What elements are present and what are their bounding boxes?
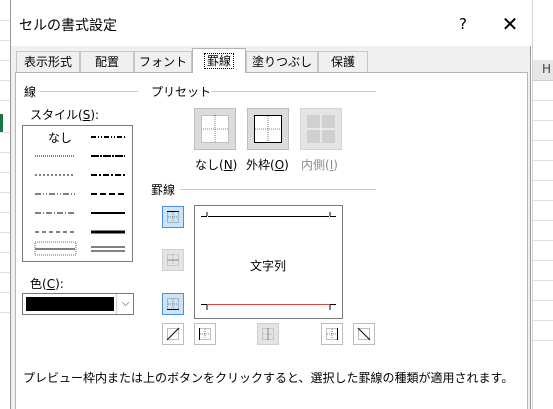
line-group-title: 線 [24, 85, 37, 99]
line-style-list[interactable]: なし [22, 125, 133, 262]
tab-alignment[interactable]: 配置 [80, 51, 134, 72]
presets-title: プリセット [151, 85, 212, 99]
border-right-button[interactable] [321, 323, 343, 345]
preview-text: 文字列 [250, 259, 287, 273]
line-style-samples[interactable] [23, 126, 132, 261]
tab-label: 配置 [94, 55, 119, 69]
color-dropdown[interactable]: ⌵ [22, 293, 134, 315]
preset-outline-button[interactable] [247, 108, 289, 150]
column-header-label: H [542, 62, 552, 76]
tab-label: 表示形式 [23, 55, 72, 69]
tab-number[interactable]: 表示形式 [16, 51, 80, 72]
border-diagonal-up-button[interactable] [162, 323, 184, 345]
dialog-title: セルの書式設定 [19, 18, 117, 34]
tab-protection[interactable]: 保護 [318, 51, 368, 72]
instruction-text: プレビュー枠内または上のボタンをクリックすると、選択した罫線の種類が適用されます… [23, 371, 514, 385]
border-preview[interactable]: 文字列 [194, 205, 343, 319]
preset-inside-button[interactable] [300, 108, 342, 150]
preset-none-label: なし(N) [195, 158, 238, 172]
border-left-button[interactable] [194, 323, 216, 345]
tab-border[interactable]: 罫線 [192, 48, 246, 73]
tab-font[interactable]: フォント [134, 51, 192, 72]
active-cell-marker [0, 114, 3, 132]
border-inside-vertical-button[interactable] [257, 323, 279, 345]
preset-outline-label: 外枠(O) [246, 158, 289, 172]
tab-label: 保護 [330, 55, 355, 69]
close-button[interactable]: ✕ [497, 10, 523, 38]
chevron-down-icon[interactable]: ⌵ [116, 294, 134, 314]
tab-label: フォント [138, 55, 187, 69]
tab-fill[interactable]: 塗りつぶし [246, 51, 318, 72]
title-bar: セルの書式設定 ? ✕ [11, 0, 532, 46]
tab-label: 罫線 [203, 53, 234, 69]
preset-inside-label: 内側(I) [301, 158, 338, 172]
border-group-title: 罫線 [151, 183, 176, 197]
border-diagonal-down-button[interactable] [353, 323, 375, 345]
style-label: スタイル(S): [30, 108, 100, 122]
border-bottom-button[interactable] [162, 293, 184, 315]
help-button[interactable]: ? [451, 12, 475, 36]
tab-label: 塗りつぶし [251, 55, 313, 69]
color-swatch [26, 297, 114, 311]
color-label: 色(C): [30, 277, 64, 291]
sheet-background-right: H [532, 0, 553, 409]
border-top-button[interactable] [162, 206, 184, 228]
column-header: H [533, 60, 553, 81]
border-inside-horizontal-button[interactable] [162, 249, 184, 271]
preset-none-button[interactable] [194, 108, 236, 150]
